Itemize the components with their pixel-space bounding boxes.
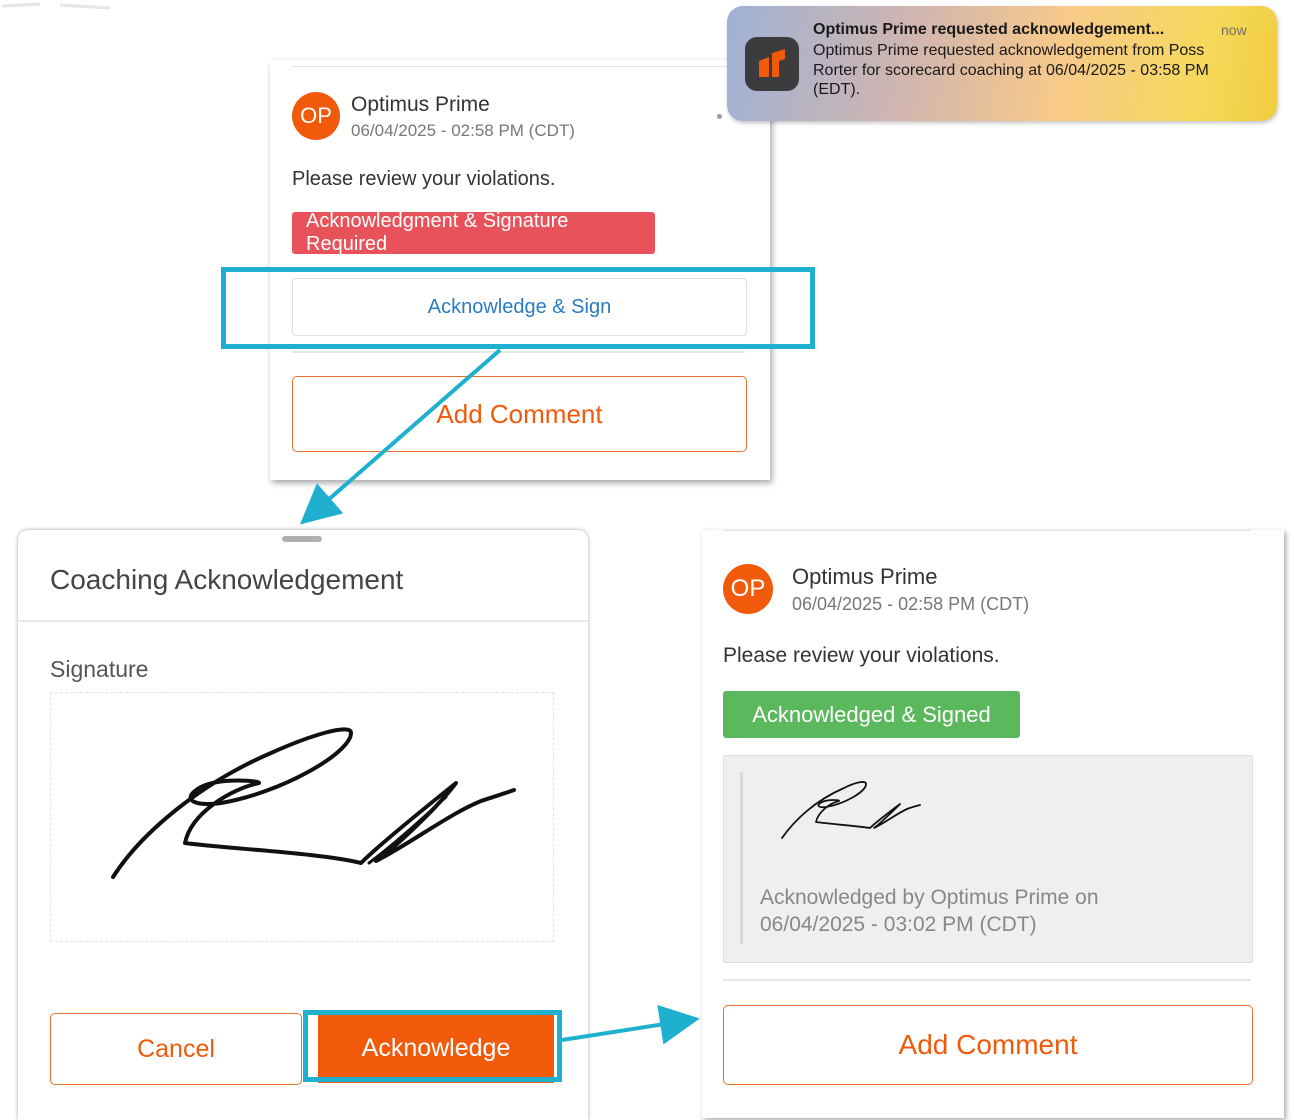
quote-bar <box>740 772 743 944</box>
modal-divider <box>18 620 588 622</box>
notification-time: now <box>1221 22 1247 38</box>
cancel-button[interactable]: Cancel <box>50 1013 302 1085</box>
cancel-label: Cancel <box>137 1034 215 1063</box>
drag-handle[interactable] <box>282 536 322 542</box>
add-comment-label: Add Comment <box>898 1029 1078 1060</box>
highlight-acknowledge-sign <box>221 267 815 349</box>
signature-label: Signature <box>50 656 149 682</box>
card-divider <box>723 979 1251 981</box>
highlight-acknowledge <box>303 1010 562 1082</box>
post-timestamp: 06/04/2025 - 02:58 PM (CDT) <box>351 121 575 140</box>
acknowledgement-text: Acknowledged by Optimus Prime on 06/04/2… <box>760 884 1099 938</box>
coaching-message: Please review your violations. <box>723 644 1000 667</box>
app-icon <box>745 37 799 91</box>
modal-title: Coaching Acknowledgement <box>50 564 404 595</box>
add-comment-button[interactable]: Add Comment <box>723 1005 1253 1085</box>
status-badge: Acknowledgment & Signature Required <box>292 210 655 255</box>
signature-pad[interactable] <box>50 692 554 942</box>
avatar: OP <box>292 92 340 140</box>
status-badge-label: Acknowledgment & Signature Required <box>306 210 569 255</box>
avatar: OP <box>723 564 773 614</box>
coaching-message: Please review your violations. <box>292 168 556 190</box>
signature-image <box>781 781 921 839</box>
signature-panel: Acknowledged by Optimus Prime on 06/04/2… <box>723 755 1253 963</box>
add-comment-button[interactable]: Add Comment <box>292 376 747 452</box>
card-top-divider <box>723 530 1251 531</box>
author-name: Optimus Prime <box>351 93 490 116</box>
decorative-scribble <box>1 2 111 10</box>
card-divider <box>292 351 745 353</box>
add-comment-label: Add Comment <box>436 398 603 429</box>
signature-drawing <box>111 727 516 879</box>
card-top-divider <box>292 66 747 67</box>
acknowledged-by: Acknowledged by Optimus Prime on <box>760 886 1099 909</box>
acknowledged-card: OP Optimus Prime 06/04/2025 - 02:58 PM (… <box>702 530 1284 1118</box>
post-timestamp: 06/04/2025 - 02:58 PM (CDT) <box>792 594 1030 614</box>
more-dot-icon[interactable] <box>717 114 722 119</box>
notification-title: Optimus Prime requested acknowledgement.… <box>813 21 1165 38</box>
status-badge-label: Acknowledged & Signed <box>752 701 991 727</box>
push-notification[interactable]: Optimus Prime requested acknowledgement.… <box>727 6 1277 121</box>
acknowledged-at: 06/04/2025 - 03:02 PM (CDT) <box>760 913 1037 936</box>
status-badge: Acknowledged & Signed <box>723 691 1020 738</box>
author-name: Optimus Prime <box>792 564 938 589</box>
notification-body: Optimus Prime requested acknowledgement … <box>813 42 1209 98</box>
